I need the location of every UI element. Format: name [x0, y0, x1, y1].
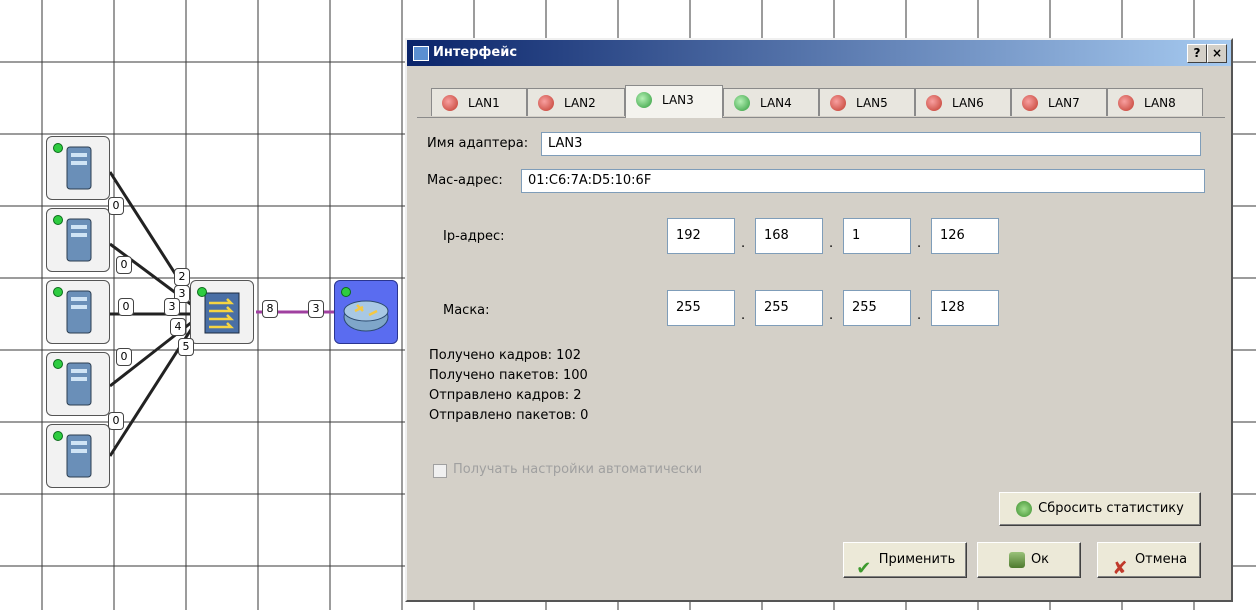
status-led	[53, 287, 63, 297]
status-led	[53, 431, 63, 441]
frames-received-stat: Получено кадров: 102	[429, 348, 581, 363]
port-label: 2	[174, 268, 190, 286]
adapter-name-label: Имя адаптера:	[427, 136, 529, 151]
status-led	[197, 287, 207, 297]
auto-settings-checkbox[interactable]	[433, 464, 447, 478]
router-node[interactable]	[334, 280, 398, 344]
mask-octet-4[interactable]: 128	[931, 290, 999, 326]
port-label: 8	[262, 300, 278, 318]
tab-lan5[interactable]: LAN5	[819, 88, 915, 116]
cancel-x-icon: ✘	[1112, 557, 1128, 579]
status-led	[53, 215, 63, 225]
ip-address-label: Ip-адрес:	[443, 229, 505, 244]
tab-label: LAN1	[468, 96, 500, 110]
error-status-icon	[538, 95, 554, 111]
status-led	[341, 287, 351, 297]
computer-node[interactable]	[46, 208, 110, 272]
ok-status-icon	[636, 92, 652, 108]
error-status-icon	[442, 95, 458, 111]
port-label: 0	[116, 256, 132, 274]
computer-node[interactable]	[46, 136, 110, 200]
mask-octet-3[interactable]: 255	[843, 290, 911, 326]
port-label: 3	[308, 300, 324, 318]
port-label: 3	[164, 298, 180, 316]
mask-octet-1[interactable]: 255	[667, 290, 735, 326]
reset-statistics-label: Сбросить статистику	[1038, 501, 1184, 516]
apply-label: Применить	[878, 552, 956, 567]
interface-dialog: Интерфейс ? × LAN1 LAN2 LAN3 LAN4 LAN5 L…	[405, 38, 1233, 602]
tab-label: LAN7	[1048, 96, 1080, 110]
mask-octet-2[interactable]: 255	[755, 290, 823, 326]
tab-panel-border	[417, 117, 1225, 118]
packets-received-stat: Получено пакетов: 100	[429, 368, 588, 383]
cancel-button[interactable]: ✘ Отмена	[1097, 542, 1201, 579]
frames-sent-stat: Отправлено кадров: 2	[429, 388, 582, 403]
dialog-title: Интерфейс	[433, 45, 518, 60]
tab-label: LAN8	[1144, 96, 1176, 110]
tab-lan3[interactable]: LAN3	[625, 85, 723, 118]
auto-settings-label: Получать настройки автоматически	[453, 462, 703, 477]
octet-separator: .	[917, 236, 922, 251]
ip-octet-2[interactable]: 168	[755, 218, 823, 254]
ok-button[interactable]: Ок	[977, 542, 1081, 578]
mask-label: Маска:	[443, 303, 490, 318]
tab-label: LAN6	[952, 96, 984, 110]
octet-separator: .	[741, 236, 746, 251]
tab-lan2[interactable]: LAN2	[527, 88, 625, 116]
ok-label: Ок	[1030, 552, 1050, 567]
octet-separator: .	[917, 308, 922, 323]
octet-separator: .	[829, 236, 834, 251]
tab-label: LAN2	[564, 96, 596, 110]
tab-lan8[interactable]: LAN8	[1107, 88, 1203, 116]
error-status-icon	[1118, 95, 1134, 111]
error-status-icon	[1022, 95, 1038, 111]
tab-label: LAN5	[856, 96, 888, 110]
adapter-name-field[interactable]: LAN3	[541, 132, 1201, 156]
ok-status-icon	[734, 95, 750, 111]
error-status-icon	[830, 95, 846, 111]
port-label: 5	[178, 338, 194, 356]
error-status-icon	[926, 95, 942, 111]
tab-lan7[interactable]: LAN7	[1011, 88, 1107, 116]
computer-node[interactable]	[46, 280, 110, 344]
port-label: 0	[108, 197, 124, 215]
status-led	[53, 143, 63, 153]
tab-label: LAN3	[662, 93, 694, 107]
computer-node[interactable]	[46, 352, 110, 416]
port-label: 0	[108, 412, 124, 430]
tab-lan4[interactable]: LAN4	[723, 88, 819, 116]
window-icon	[413, 46, 429, 61]
switch-node[interactable]	[190, 280, 254, 344]
reset-icon	[1016, 500, 1033, 517]
cancel-label: Отмена	[1134, 552, 1188, 567]
mac-address-label: Мас-адрес:	[427, 173, 503, 188]
port-label: 0	[118, 298, 134, 316]
packets-sent-stat: Отправлено пакетов: 0	[429, 408, 589, 423]
ip-octet-1[interactable]: 192	[667, 218, 735, 254]
apply-check-icon: ✔	[856, 557, 872, 579]
ok-icon	[1008, 551, 1025, 568]
ip-octet-3[interactable]: 1	[843, 218, 911, 254]
port-label: 4	[170, 318, 186, 336]
tab-lan1[interactable]: LAN1	[431, 88, 527, 116]
close-button[interactable]: ×	[1207, 44, 1227, 63]
apply-button[interactable]: ✔ Применить	[843, 542, 967, 579]
help-button[interactable]: ?	[1187, 44, 1207, 63]
tab-lan6[interactable]: LAN6	[915, 88, 1011, 116]
computer-node[interactable]	[46, 424, 110, 488]
dialog-titlebar[interactable]: Интерфейс ? ×	[407, 40, 1231, 66]
octet-separator: .	[829, 308, 834, 323]
status-led	[53, 359, 63, 369]
mac-address-field[interactable]: 01:C6:7A:D5:10:6F	[521, 169, 1205, 193]
octet-separator: .	[741, 308, 746, 323]
tab-label: LAN4	[760, 96, 792, 110]
port-label: 0	[116, 348, 132, 366]
reset-statistics-button[interactable]: Сбросить статистику	[999, 492, 1201, 526]
ip-octet-4[interactable]: 126	[931, 218, 999, 254]
